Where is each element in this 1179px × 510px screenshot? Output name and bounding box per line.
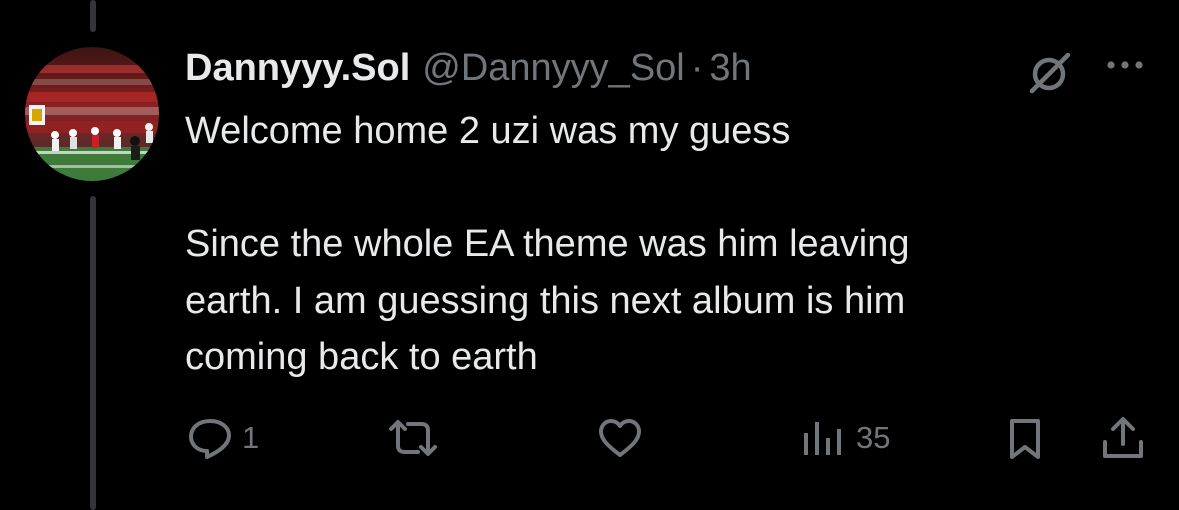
thread-line-bottom: [90, 196, 96, 510]
share-icon: [1103, 417, 1143, 458]
display-name[interactable]: Dannyyy.Sol: [185, 47, 410, 90]
separator-dot: ·: [690, 46, 704, 89]
user-handle[interactable]: @Dannyyy_Sol: [422, 47, 684, 90]
tweet-text-blank-line: [185, 160, 1115, 217]
tweet-text-line: earth. I am guessing this next album is …: [185, 279, 906, 322]
reply-count: 1: [242, 420, 260, 455]
tweet-text: Welcome home 2 uzi was my guess Since th…: [185, 103, 1115, 386]
retweet-icon: [389, 420, 437, 456]
views-chart-icon: [804, 422, 841, 455]
tweet-text-line: Welcome home 2 uzi was my guess: [185, 110, 791, 152]
like-button[interactable]: [596, 416, 644, 460]
thread-line-top: [90, 0, 96, 32]
heart-icon: [599, 419, 641, 457]
avatar[interactable]: [25, 47, 159, 181]
retweet-button[interactable]: [385, 416, 441, 460]
timestamp[interactable]: 3h: [709, 47, 751, 90]
views-count: 35: [856, 420, 891, 455]
reply-icon: [189, 419, 231, 459]
bookmark-icon: [1010, 419, 1040, 459]
grok-icon[interactable]: [1026, 51, 1072, 97]
more-icon[interactable]: [1103, 55, 1147, 75]
football-stadium-avatar-image: [25, 47, 159, 181]
tweet-text-line: coming back to earth: [185, 336, 538, 378]
bookmark-button[interactable]: [1005, 416, 1045, 462]
tweet-text-line: Since the whole EA theme was him leaving: [185, 223, 910, 265]
reply-button[interactable]: 1: [186, 416, 259, 460]
tweet-header: Dannyyy.Sol @Dannyyy_Sol · 3h: [185, 44, 752, 92]
views-button[interactable]: 35: [800, 416, 890, 460]
share-button[interactable]: [1099, 414, 1147, 462]
